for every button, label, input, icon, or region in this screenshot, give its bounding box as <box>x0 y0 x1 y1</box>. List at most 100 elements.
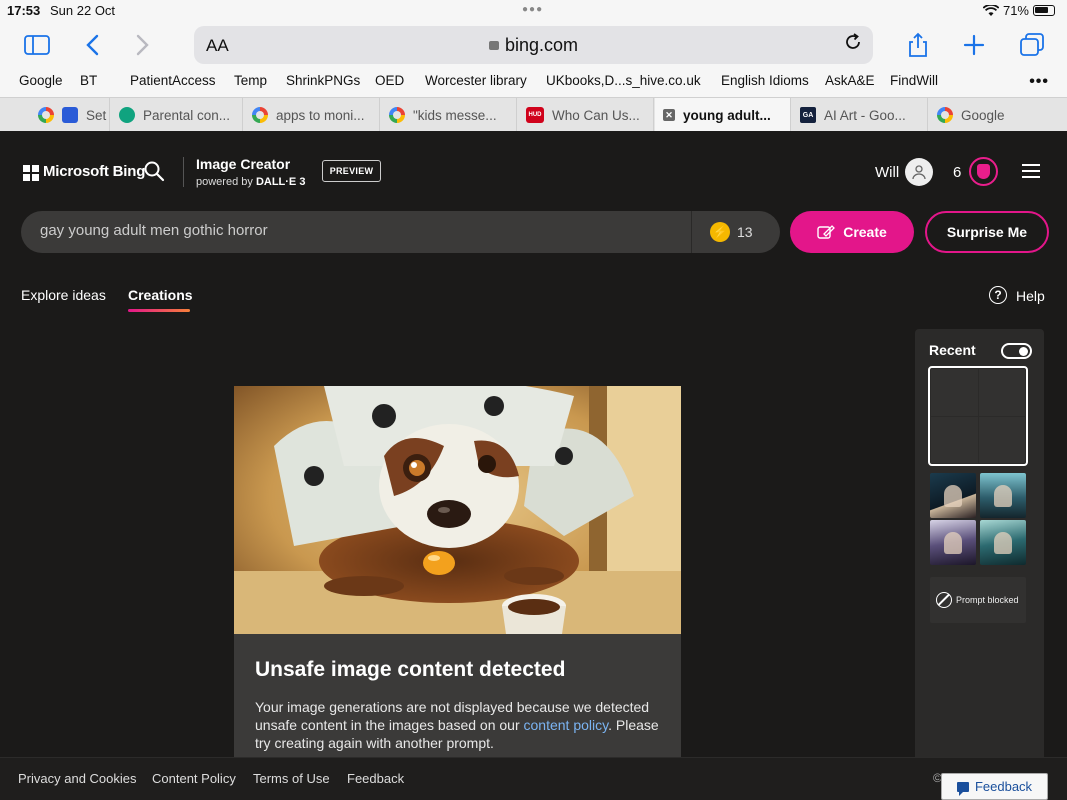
wifi-icon <box>982 4 999 16</box>
bookmark-item[interactable]: Temp <box>234 73 267 88</box>
status-time: 17:53 <box>7 3 41 18</box>
recent-thumbnail[interactable] <box>980 473 1026 518</box>
user-name[interactable]: Will <box>875 164 899 181</box>
surprise-me-button[interactable]: Surprise Me <box>925 211 1049 253</box>
bookmark-item[interactable]: ShrinkPNGs <box>286 73 360 88</box>
feedback-button[interactable]: Feedback <box>941 773 1048 800</box>
prompt-bar: ⚡ 13 <box>21 211 780 253</box>
footer-link-privacy[interactable]: Privacy and Cookies <box>18 771 137 786</box>
footer-link-terms[interactable]: Terms of Use <box>253 771 330 786</box>
feedback-icon <box>956 781 969 796</box>
google-icon <box>38 107 54 123</box>
tab[interactable]: Set <box>30 98 110 132</box>
notice-body: Your image generations are not displayed… <box>255 698 660 752</box>
prompt-input[interactable] <box>40 222 690 239</box>
tab[interactable]: "kids messe... <box>381 98 517 132</box>
rewards-medal-icon[interactable] <box>969 157 998 186</box>
hud-icon: HUD <box>526 107 544 123</box>
active-tab-underline <box>128 309 190 312</box>
bookmark-item[interactable]: OED <box>375 73 404 88</box>
bookmark-item[interactable]: Google <box>19 73 63 88</box>
tab-label: "kids messe... <box>413 107 497 123</box>
url-domain: bing.com <box>504 35 579 55</box>
recent-thumbnail[interactable] <box>930 473 976 518</box>
tab[interactable]: Parental con... <box>111 98 243 132</box>
content-policy-link[interactable]: content policy <box>524 717 609 733</box>
more-bookmarks-icon[interactable]: ••• <box>1029 73 1049 91</box>
header-divider <box>183 157 184 187</box>
forward-icon[interactable] <box>128 30 158 60</box>
tab-overview-icon[interactable] <box>1017 30 1047 60</box>
create-button[interactable]: Create <box>790 211 914 253</box>
url-text: bing.com <box>194 35 873 56</box>
preview-badge: PREVIEW <box>322 160 381 182</box>
bookmark-item[interactable]: BT <box>80 73 97 88</box>
recent-toggle[interactable] <box>1001 343 1032 359</box>
share-icon[interactable] <box>903 30 933 60</box>
brand-name[interactable]: Microsoft Bing <box>43 163 145 180</box>
boost-count: 13 <box>737 224 753 240</box>
tab[interactable]: GA AI Art - Goo... <box>792 98 928 132</box>
tab-label: Who Can Us... <box>552 107 640 123</box>
bookmark-item[interactable]: Worcester library <box>425 73 527 88</box>
search-icon[interactable] <box>143 160 165 182</box>
status-bar: 17:53 Sun 22 Oct ●●● 71% <box>0 0 1067 22</box>
address-bar[interactable]: AA bing.com <box>194 26 873 64</box>
recent-thumbnail[interactable] <box>980 520 1026 565</box>
bookmark-item[interactable]: AskA&E <box>825 73 875 88</box>
new-tab-icon[interactable] <box>959 30 989 60</box>
powered-by: powered by DALL·E 3 <box>196 176 305 188</box>
multitasking-dots-icon[interactable]: ●●● <box>522 4 543 15</box>
lock-icon <box>488 41 499 50</box>
tab-active[interactable]: ✕ young adult... <box>655 98 791 132</box>
microsoft-logo-icon[interactable] <box>23 165 39 181</box>
recent-label: Recent <box>929 342 976 358</box>
reload-icon[interactable] <box>843 32 863 58</box>
sidebar-toggle-icon[interactable] <box>22 30 52 60</box>
google-icon <box>252 107 268 123</box>
prompt-blocked-label: Prompt blocked <box>956 595 1019 605</box>
boost-lightning-icon[interactable]: ⚡ <box>710 222 730 242</box>
blocked-icon <box>936 592 952 608</box>
tab-label: Google <box>961 107 1005 123</box>
status-right: 71% <box>982 3 1055 18</box>
footer: Privacy and Cookies Content Policy Terms… <box>0 757 1067 800</box>
menu-icon[interactable] <box>1022 164 1040 178</box>
tab-label: young adult... <box>683 107 771 123</box>
feedback-label: Feedback <box>974 779 1033 794</box>
recent-current-set[interactable] <box>928 366 1028 466</box>
close-tab-icon[interactable]: ✕ <box>663 109 675 121</box>
notice-title: Unsafe image content detected <box>255 658 566 681</box>
help-link[interactable]: Help <box>1016 288 1045 304</box>
bookmark-item[interactable]: English Idioms <box>721 73 809 88</box>
avatar[interactable] <box>905 158 933 186</box>
prompt-blocked-tile[interactable]: Prompt blocked <box>930 577 1026 623</box>
footer-link-feedback[interactable]: Feedback <box>347 771 404 786</box>
tab[interactable]: apps to moni... <box>244 98 380 132</box>
bookmark-item[interactable]: UKbooks,D...s_hive.co.uk <box>546 73 701 88</box>
tab-bar: Set Parental con... apps to moni... "kid… <box>0 97 1067 132</box>
safari-chrome: 17:53 Sun 22 Oct ●●● 71% AA bing.com Goo… <box>0 0 1067 132</box>
product-title[interactable]: Image Creator <box>196 156 290 172</box>
help-icon[interactable]: ? <box>989 286 1007 304</box>
footer-link-content-policy[interactable]: Content Policy <box>152 771 236 786</box>
dog-icon <box>62 107 78 123</box>
tab-creations[interactable]: Creations <box>128 287 193 303</box>
prompt-separator <box>691 211 692 253</box>
tab-label: apps to moni... <box>276 107 365 123</box>
unsafe-content-dog-image <box>234 386 681 634</box>
tab[interactable]: HUD Who Can Us... <box>518 98 654 132</box>
back-icon[interactable] <box>77 30 107 60</box>
tab[interactable]: Google <box>929 98 1067 132</box>
recent-thumbnail[interactable] <box>930 520 976 565</box>
tab-label: AI Art - Goo... <box>824 107 906 123</box>
recent-thumbnail-set[interactable] <box>930 473 1026 565</box>
status-date: Sun 22 Oct <box>50 3 116 18</box>
rewards-count[interactable]: 6 <box>953 164 961 181</box>
bookmark-item[interactable]: FindWill <box>890 73 938 88</box>
bookmark-item[interactable]: PatientAccess <box>130 73 216 88</box>
unsafe-content-notice: Unsafe image content detected Your image… <box>234 634 681 757</box>
tab-explore-ideas[interactable]: Explore ideas <box>21 287 106 303</box>
user-icon <box>912 165 926 180</box>
safari-toolbar: AA bing.com <box>0 24 1067 64</box>
